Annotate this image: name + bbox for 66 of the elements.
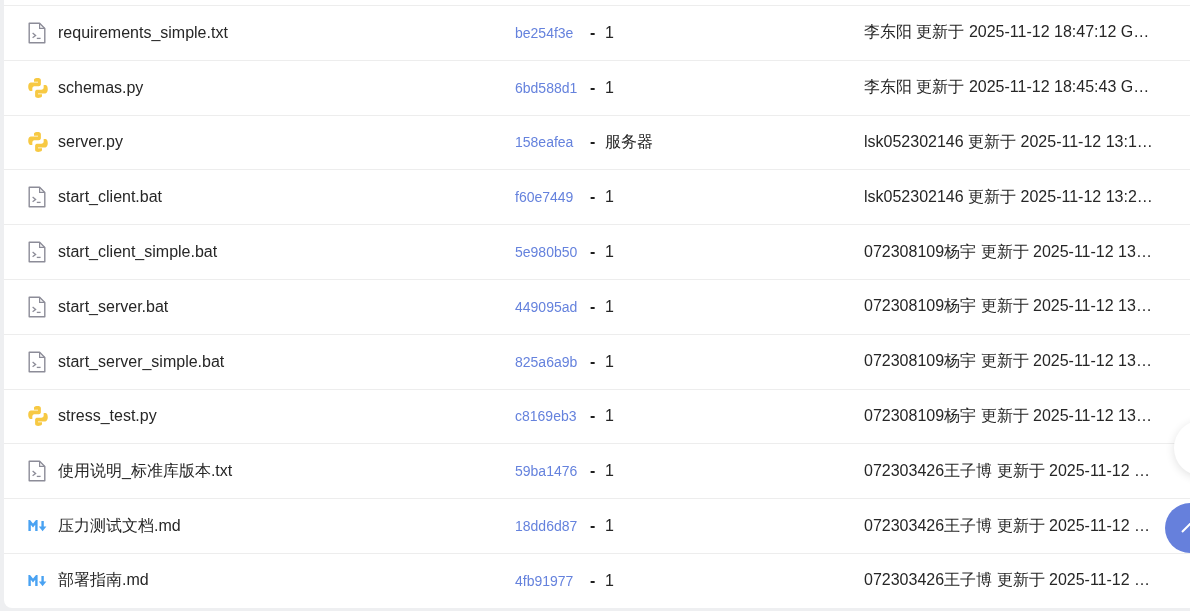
update-info: lsk052302146 更新于 2025-11-12 13:2… (864, 186, 1153, 207)
markdown-icon (28, 520, 48, 533)
commit-hash-link[interactable]: 6bd588d1 (515, 79, 578, 96)
commit-message: 1 (605, 188, 614, 207)
commit-hash-link[interactable]: 449095ad (515, 298, 578, 315)
commit-hash-link[interactable]: 158eafea (515, 134, 574, 151)
commit-hash-link[interactable]: 825a6a9b (515, 353, 578, 370)
commit-message: 服务器 (605, 132, 653, 152)
commit-hash-link[interactable]: 4fb91977 (515, 572, 574, 589)
commit-separator: - (590, 297, 596, 316)
commit-separator: - (590, 517, 596, 536)
commit-message: 1 (605, 571, 614, 590)
commit-separator: - (590, 352, 596, 371)
python-icon (28, 77, 48, 98)
update-info: 072308109杨宇 更新于 2025-11-12 13… (864, 351, 1152, 372)
update-info: 072308109杨宇 更新于 2025-11-12 13… (864, 296, 1152, 317)
update-info: 072303426王子博 更新于 2025-11-12 … (864, 460, 1151, 481)
terminal-file-icon (28, 460, 46, 483)
file-name-link[interactable]: stress_test.py (28, 406, 157, 427)
commit-separator: - (590, 243, 596, 262)
file-name-link[interactable]: start_server_simple.bat (28, 350, 225, 373)
update-info: 李东阳 更新于 2025-11-12 18:45:43 G… (864, 77, 1150, 98)
terminal-file-icon (28, 295, 46, 318)
file-name-link[interactable]: start_client.bat (28, 186, 163, 209)
terminal-file-icon (28, 21, 46, 44)
commit-separator: - (590, 407, 596, 426)
update-info: 072303426王子博 更新于 2025-11-12 … (864, 515, 1151, 536)
commit-separator: - (590, 78, 596, 97)
commit-separator: - (590, 133, 596, 152)
update-info: 072308109杨宇 更新于 2025-11-12 13… (864, 241, 1152, 262)
file-name-link[interactable]: start_server.bat (28, 295, 169, 318)
markdown-icon (28, 574, 48, 587)
file-name-link[interactable]: schemas.py (28, 77, 144, 98)
python-icon (28, 132, 48, 153)
commit-message: 1 (605, 78, 614, 97)
file-name-link[interactable]: server.py (28, 132, 123, 153)
update-info: 李东阳 更新于 2025-11-12 18:47:12 G… (864, 22, 1150, 43)
commit-message: 1 (605, 462, 614, 481)
commit-message: 1 (605, 517, 614, 536)
commit-separator: - (590, 462, 596, 481)
terminal-file-icon (28, 241, 46, 264)
commit-hash-link[interactable]: 59ba1476 (515, 463, 578, 480)
commit-hash-link[interactable]: 5e980b50 (515, 244, 578, 261)
file-name-link[interactable]: 部署指南.md (28, 570, 149, 592)
commit-hash-link[interactable]: f60e7449 (515, 189, 574, 206)
python-icon (28, 406, 48, 427)
update-info: 072308109杨宇 更新于 2025-11-12 13… (864, 405, 1152, 426)
commit-message: 1 (605, 352, 614, 371)
commit-message: 1 (605, 297, 614, 316)
commit-separator: - (590, 188, 596, 207)
file-name-link[interactable]: 使用说明_标准库版本.txt (28, 460, 233, 483)
update-info: 072303426王子博 更新于 2025-11-12 … (864, 570, 1151, 591)
commit-hash-link[interactable]: be254f3e (515, 24, 574, 41)
commit-message: 1 (605, 23, 614, 42)
file-name-link[interactable]: 压力测试文档.md (28, 515, 181, 537)
commit-hash-link[interactable]: c8169eb3 (515, 408, 577, 425)
commit-hash-link[interactable]: 18dd6d87 (515, 518, 578, 535)
commit-separator: - (590, 23, 596, 42)
terminal-file-icon (28, 186, 46, 209)
file-name-link[interactable]: requirements_simple.txt (28, 21, 228, 44)
update-info: lsk052302146 更新于 2025-11-12 13:1… (864, 132, 1153, 152)
terminal-file-icon (28, 350, 46, 373)
commit-message: 1 (605, 243, 614, 262)
commit-separator: - (590, 571, 596, 590)
file-name-link[interactable]: start_client_simple.bat (28, 241, 218, 264)
commit-message: 1 (605, 407, 614, 426)
